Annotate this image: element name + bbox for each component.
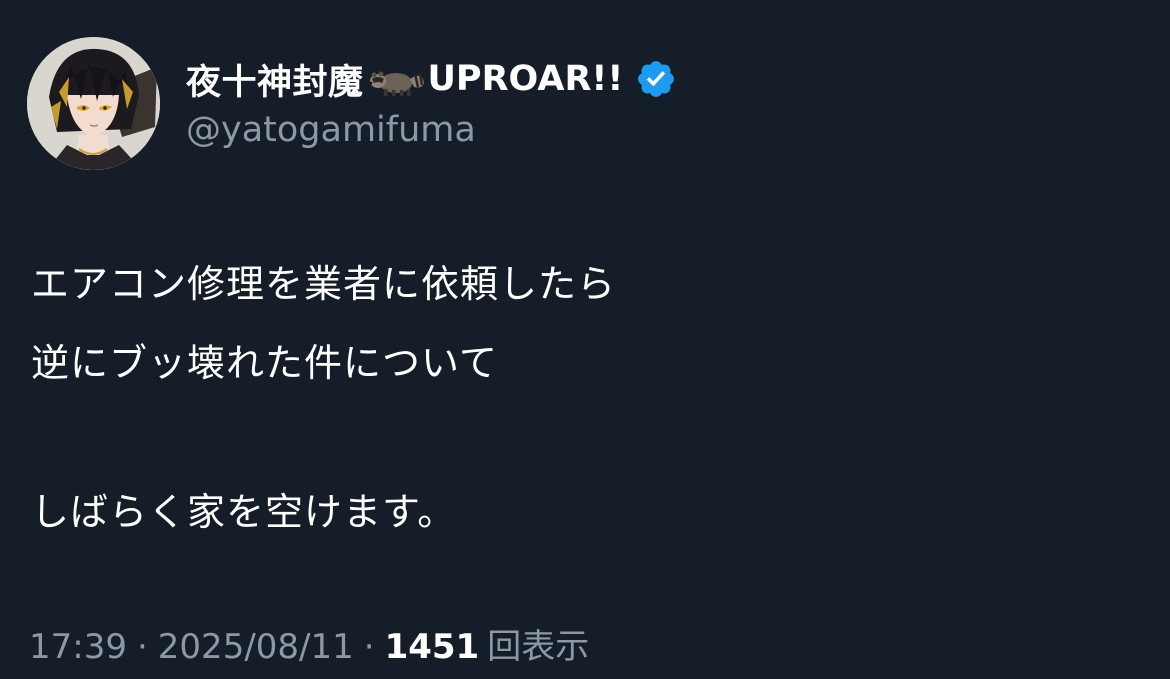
meta-separator: ·	[136, 627, 148, 667]
tweet-meta: 17:39 · 2025/08/11 · 1451 回表示	[29, 619, 589, 668]
author-name-row[interactable]: 夜十神封魔 UPROAR!!	[186, 54, 677, 104]
author-display-name-suffix[interactable]: UPROAR!!	[428, 59, 624, 99]
views-label[interactable]: 回表示	[487, 619, 589, 668]
verified-badge-icon[interactable]	[635, 58, 677, 100]
tweet-date[interactable]: 2025/08/11	[158, 627, 354, 667]
tweet-time[interactable]: 17:39	[29, 627, 127, 667]
tweet-text-line: エアコン修理を業者に依頼したら	[31, 262, 617, 306]
avatar-illustration	[27, 37, 160, 170]
author-display-name[interactable]: 夜十神封魔	[186, 54, 364, 105]
tweet-text-line: 逆にブッ壊れた件について	[31, 341, 498, 385]
tweet-text-line: しばらく家を空けます。	[31, 490, 457, 534]
raccoon-icon	[368, 59, 426, 99]
avatar[interactable]	[27, 37, 160, 170]
author-handle[interactable]: @yatogamifuma	[186, 110, 476, 150]
tweet-card: 夜十神封魔 UPROAR!! @yatogamifuma エアコン修理を業者に依…	[0, 0, 1170, 679]
views-count[interactable]: 1451	[385, 627, 480, 667]
meta-separator: ·	[363, 627, 375, 667]
